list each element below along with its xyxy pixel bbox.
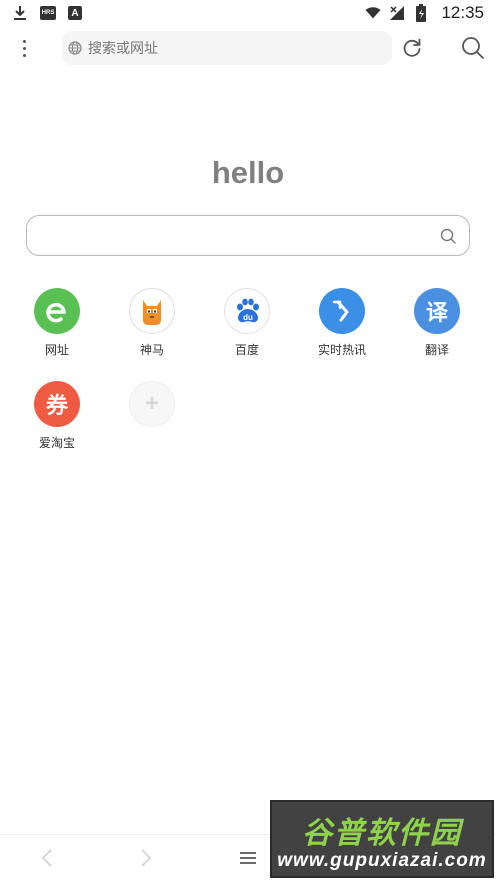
shortcut-label: 实时热讯 [317,343,366,357]
clock: 12:35 [441,3,484,22]
signal-icon [389,5,405,21]
shortcut-label: 百度 [234,343,259,357]
status-left: HRS A [12,5,82,21]
url-bar[interactable]: 搜索或网址 [62,31,392,65]
hello-logo: hello [211,155,285,190]
download-icon [12,5,28,21]
coupon-icon: 券 [34,381,80,427]
status-bar: HRS A 12:35 [0,0,496,26]
status-right: 12:35 [365,3,484,23]
alpaca-icon [129,288,175,334]
shortcut-hotnews[interactable]: 实时热讯 [302,288,382,358]
address-row: 搜索或网址 [0,30,496,66]
main-search-box[interactable] [26,215,470,256]
arrow-cursor-icon [319,288,365,334]
shortcut-baidu[interactable]: du 百度 [207,288,287,358]
a-badge-icon: A [68,6,82,20]
translate-icon: 译 [414,288,460,334]
watermark-url: www.gupuxiazai.com [277,850,487,871]
back-icon[interactable] [34,845,60,871]
shortcut-translate[interactable]: 译 翻译 [397,288,477,358]
search-icon[interactable] [439,227,457,245]
ie-e-icon [34,288,80,334]
forward-icon[interactable] [133,845,159,871]
watermark-logo: 谷普软件园 www.gupuxiazai.com [270,800,494,878]
wifi-icon [365,5,382,21]
shortcut-aitaobao[interactable]: 券 爱淘宝 [17,381,97,451]
search-icon[interactable] [460,35,486,61]
add-icon: + [129,381,175,427]
shortcut-shenma[interactable]: 神马 [112,288,192,358]
battery-icon [413,4,429,22]
baidu-du-text: du [243,313,253,322]
url-placeholder: 搜索或网址 [88,40,158,56]
menu-more-icon[interactable] [14,34,34,62]
shortcut-label: 神马 [139,343,164,357]
shortcut-add[interactable]: + [112,381,192,434]
refresh-icon[interactable] [400,36,424,60]
shortcut-label: 网址 [44,343,69,357]
baidu-paw-icon: du [224,288,270,334]
shortcut-label: 翻译 [424,343,449,357]
menu-icon[interactable] [235,845,261,871]
watermark-title: 谷普软件园 [302,817,462,850]
globe-icon [68,41,82,55]
shortcut-wangzhi[interactable]: 网址 [17,288,97,358]
hd-badge-icon: HRS [40,6,56,20]
shortcut-label: 爱淘宝 [38,436,75,450]
